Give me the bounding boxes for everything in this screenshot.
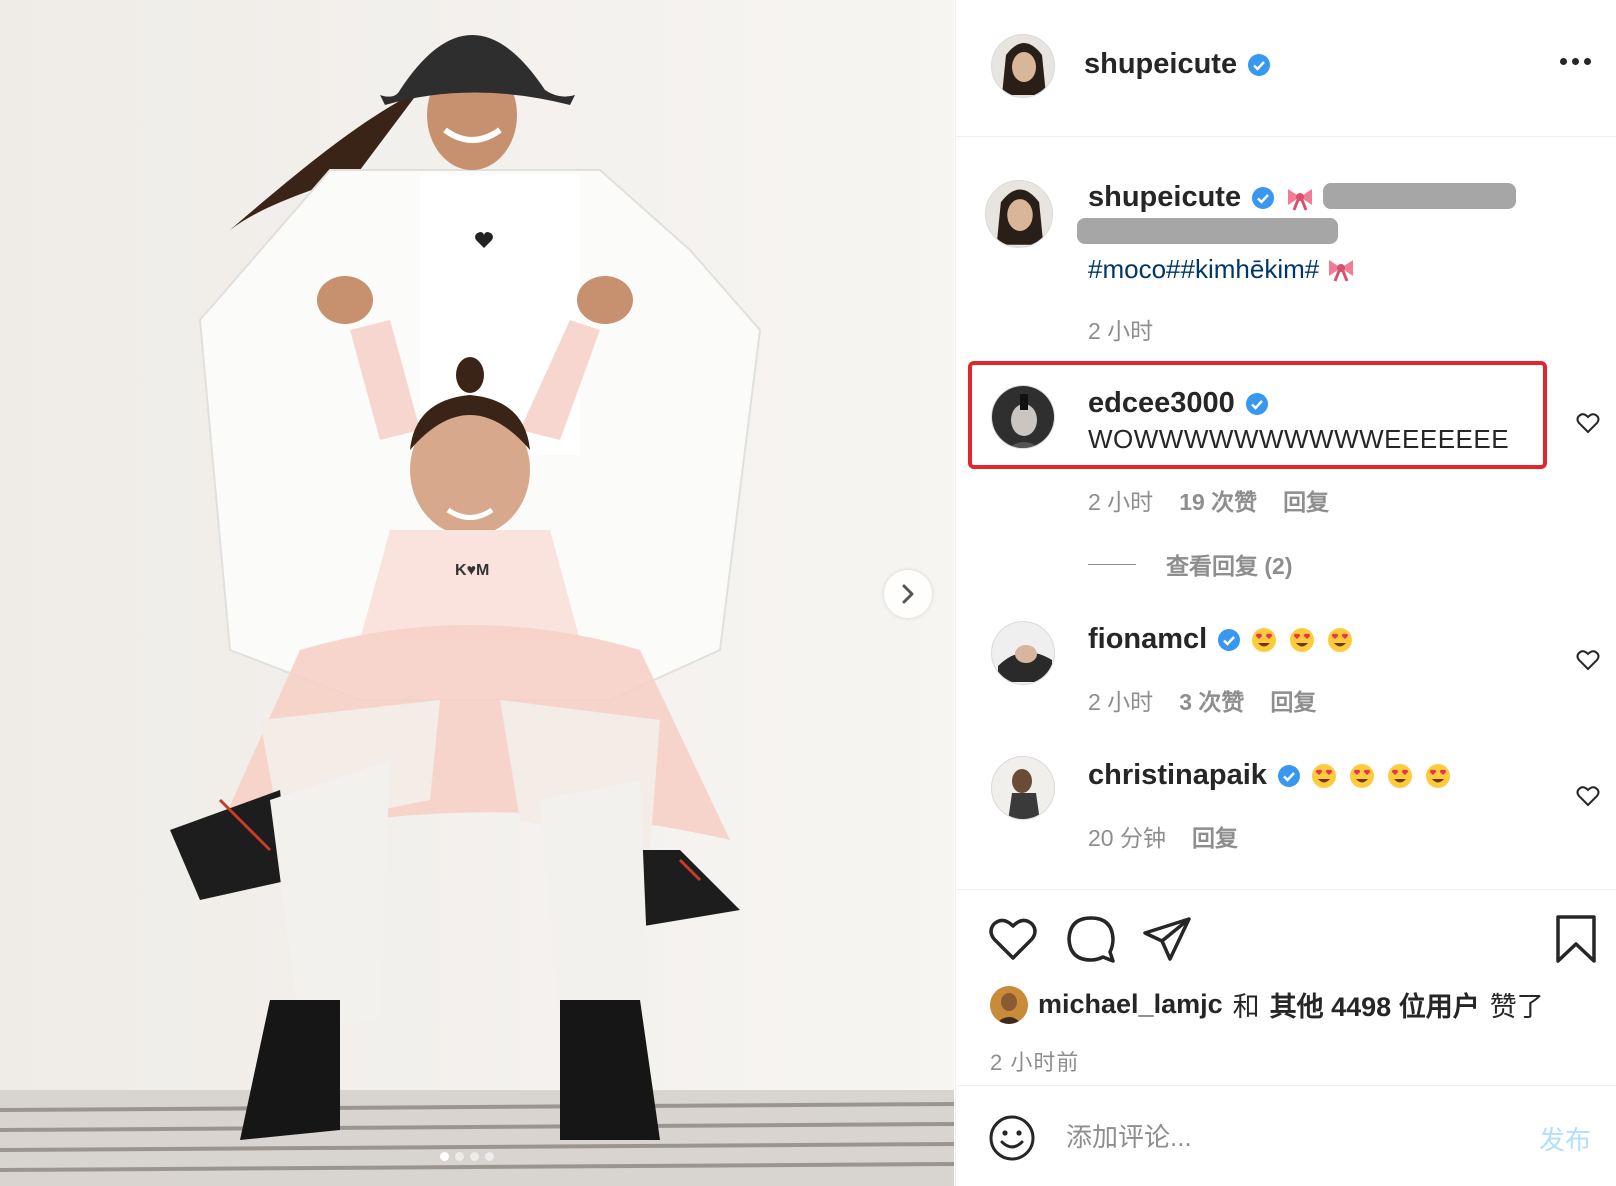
post-timestamp[interactable]: 2 小时前 <box>990 1045 1079 1077</box>
heart-eyes-emoji-icon <box>1328 627 1353 652</box>
comment-meta: 2 小时 3 次赞 回复 <box>1088 683 1316 717</box>
comment-user-row: edcee3000 <box>1088 387 1269 420</box>
likes-summary: michael_lamjc 和 其他 4498 位用户 赞了 <box>990 985 1544 1024</box>
caption-hashtags[interactable]: #moco##kimhēkim# <box>1088 254 1356 285</box>
comment-bubble-icon[interactable] <box>1066 914 1116 964</box>
ribbon-emoji-icon <box>1329 260 1354 282</box>
caption-meta: 2 小时 <box>1088 312 1153 346</box>
comment-composer: 发布 <box>956 1085 1616 1186</box>
post-actions: michael_lamjc 和 其他 4498 位用户 赞了 2 小时前 <box>956 889 1616 1085</box>
next-slide-button[interactable] <box>884 570 932 618</box>
comment-time: 2 小时 <box>1088 489 1154 515</box>
likes-others-link[interactable]: 其他 4498 位用户 <box>1270 985 1480 1024</box>
comment-text: WOWWWWWWWWWWEEEEEEE <box>1088 424 1510 454</box>
caption-time: 2 小时 <box>1088 318 1154 344</box>
photo-image: K♥M <box>0 0 954 1186</box>
heart-eyes-emoji-icon <box>1425 763 1450 788</box>
heart-eyes-emoji-icon <box>1252 627 1277 652</box>
verified-badge-icon <box>1245 392 1268 415</box>
carousel-dot <box>470 1152 479 1161</box>
comment-avatar[interactable] <box>991 385 1055 449</box>
comment-username[interactable]: fionamcl <box>1088 623 1207 656</box>
heart-eyes-emoji-icon <box>1387 763 1412 788</box>
liker-username[interactable]: michael_lamjc <box>1038 989 1223 1020</box>
post-photo: K♥M <box>0 0 954 1186</box>
carousel-dot-active <box>440 1152 449 1161</box>
caption-user-row: shupeicute <box>1088 181 1315 214</box>
ribbon-emoji-icon <box>1288 188 1313 211</box>
heart-eyes-emoji-icon <box>1290 627 1315 652</box>
view-replies-label: 查看回复 (2) <box>1166 553 1293 579</box>
liker-avatar[interactable] <box>990 985 1028 1024</box>
header-username[interactable]: shupeicute <box>1084 48 1237 81</box>
author-avatar[interactable] <box>991 34 1055 98</box>
replies-divider-line <box>1088 563 1136 565</box>
carousel-indicator <box>440 1152 494 1161</box>
carousel-dot <box>485 1152 494 1161</box>
comment-time: 2 小时 <box>1088 689 1154 715</box>
comment-user-row: christinapaik <box>1088 759 1451 792</box>
verified-badge-icon <box>1248 53 1271 76</box>
comment-username[interactable]: edcee3000 <box>1088 387 1235 420</box>
post-header: shupeicute <box>956 0 1616 137</box>
comment-user-row: fionamcl <box>1088 623 1353 656</box>
post-comment-button[interactable]: 发布 <box>1539 1120 1591 1157</box>
verified-badge-icon <box>1218 628 1241 651</box>
likes-and-text: 和 <box>1232 992 1260 1022</box>
comment-likes[interactable]: 19 次赞 <box>1179 483 1257 517</box>
heart-eyes-emoji-icon <box>1349 763 1374 788</box>
redacted-text <box>1323 183 1516 209</box>
like-comment-heart-icon[interactable] <box>1576 649 1600 671</box>
comment-meta: 2 小时 19 次赞 回复 <box>1088 483 1329 517</box>
caption-avatar[interactable] <box>985 180 1053 248</box>
verified-badge-icon <box>1252 186 1275 209</box>
svg-text:K♥M: K♥M <box>455 562 489 579</box>
post-sidebar: shupeicute shupeicute #moco##kimhēkim# 2… <box>955 0 1616 1186</box>
verified-badge-icon <box>1277 764 1300 787</box>
share-send-icon[interactable] <box>1142 916 1192 962</box>
reply-button[interactable]: 回复 <box>1270 683 1316 717</box>
carousel-dot <box>455 1152 464 1161</box>
heart-eyes-emoji-icon <box>1311 763 1336 788</box>
comment-emojis <box>1311 763 1451 789</box>
comment-time: 20 分钟 <box>1088 825 1166 851</box>
like-heart-icon[interactable] <box>988 916 1038 962</box>
more-horizontal-icon <box>1560 58 1567 65</box>
comment-avatar[interactable] <box>991 621 1055 685</box>
caption-username[interactable]: shupeicute <box>1088 181 1241 214</box>
emoji-smiley-icon[interactable] <box>988 1114 1036 1162</box>
comment-likes[interactable]: 3 次赞 <box>1179 683 1244 717</box>
comment-avatar[interactable] <box>991 756 1055 820</box>
comment-username[interactable]: christinapaik <box>1088 759 1267 792</box>
header-user: shupeicute <box>1084 48 1271 81</box>
comment-meta: 20 分钟 回复 <box>1088 819 1238 853</box>
comments-list: shupeicute #moco##kimhēkim# 2 小时 edcee30… <box>956 137 1616 889</box>
comment-input[interactable] <box>1066 1114 1496 1160</box>
more-options-button[interactable] <box>1560 58 1591 65</box>
comment-emojis <box>1251 627 1353 653</box>
hashtags-text[interactable]: #moco##kimhēkim# <box>1088 254 1319 284</box>
likes-suffix-text: 赞了 <box>1489 992 1544 1022</box>
reply-button[interactable]: 回复 <box>1283 483 1329 517</box>
bookmark-icon[interactable] <box>1554 914 1598 964</box>
like-comment-heart-icon[interactable] <box>1576 785 1600 807</box>
chevron-right-icon <box>902 584 914 604</box>
reply-button[interactable]: 回复 <box>1192 819 1238 853</box>
like-comment-heart-icon[interactable] <box>1576 412 1600 434</box>
redacted-text <box>1077 218 1338 244</box>
view-replies-button[interactable]: 查看回复 (2) <box>1088 547 1293 581</box>
